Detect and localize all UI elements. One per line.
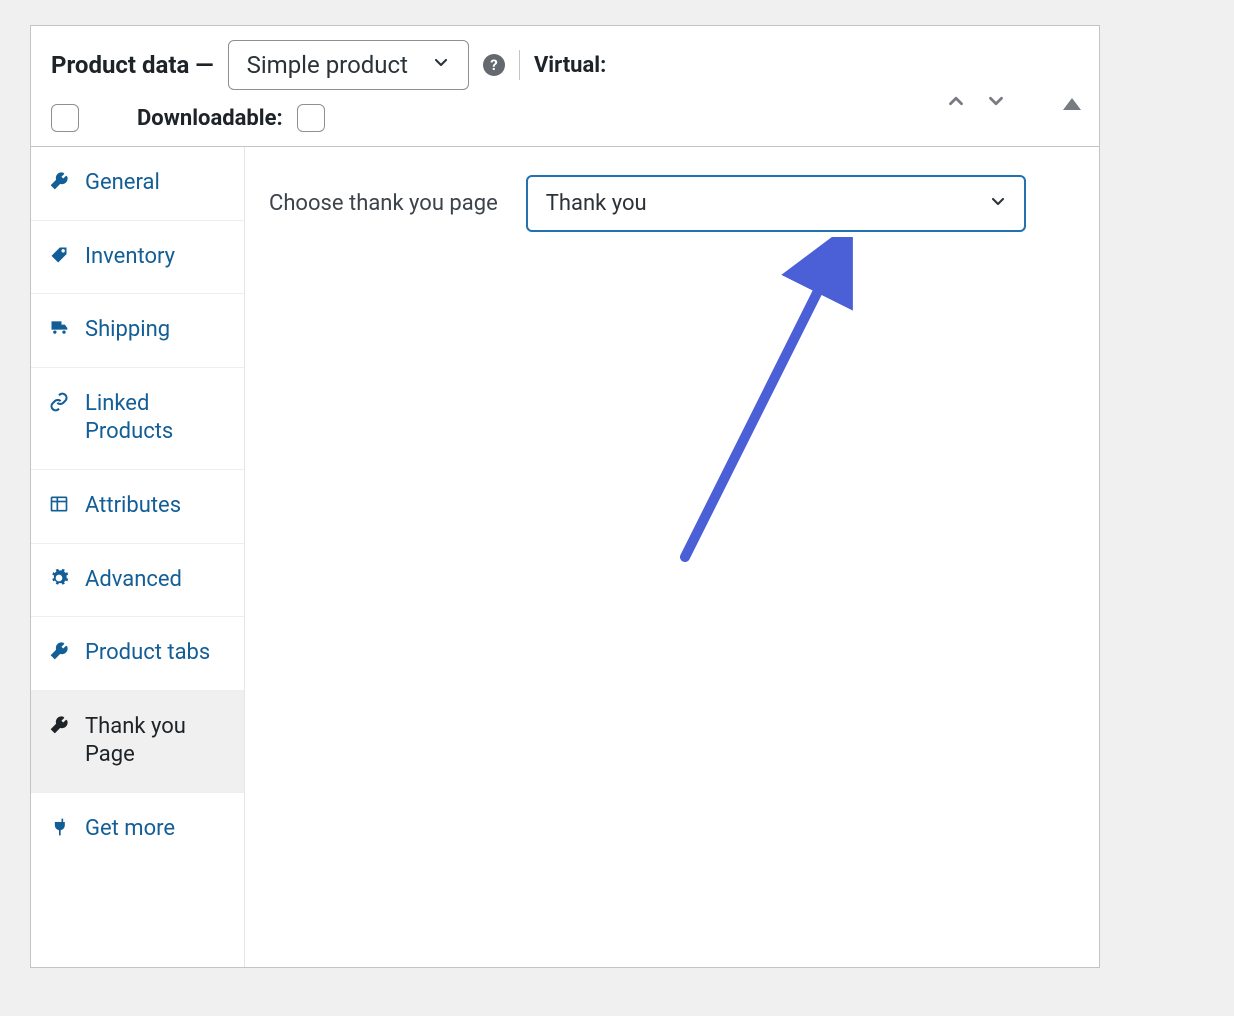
header-row-1: Product data — Simple product ? Virtual:	[51, 40, 1079, 90]
virtual-checkbox[interactable]	[51, 104, 79, 132]
thank-you-page-field: Choose thank you page Thank you	[269, 175, 1075, 232]
tag-icon	[47, 245, 71, 265]
separator	[519, 50, 520, 80]
tab-shipping[interactable]: Shipping	[31, 294, 244, 368]
product-data-panel: Product data — Simple product ? Virtual:…	[30, 25, 1100, 968]
tab-label: Inventory	[85, 243, 175, 272]
virtual-label: Virtual:	[534, 53, 606, 78]
tab-inventory[interactable]: Inventory	[31, 221, 244, 295]
plug-icon	[47, 817, 71, 837]
link-icon	[47, 392, 71, 412]
tab-label: General	[85, 169, 160, 198]
tab-label: Shipping	[85, 316, 170, 345]
wrench-icon	[47, 171, 71, 191]
tab-content: Choose thank you page Thank you	[245, 147, 1099, 967]
list-icon	[47, 494, 71, 514]
collapse-toggle-icon[interactable]	[1063, 98, 1081, 110]
tabs-sidebar: General Inventory Shipping Linked Produc…	[31, 147, 245, 967]
tab-label: Get more	[85, 815, 175, 844]
wrench-icon	[47, 641, 71, 661]
tab-attributes[interactable]: Attributes	[31, 470, 244, 544]
move-down-icon[interactable]	[985, 90, 1007, 117]
tab-label: Advanced	[85, 566, 182, 595]
tab-linked-products[interactable]: Linked Products	[31, 368, 244, 470]
tab-advanced[interactable]: Advanced	[31, 544, 244, 618]
tab-label: Attributes	[85, 492, 181, 521]
thank-you-page-select-wrap: Thank you	[526, 175, 1026, 232]
tab-thank-you-page[interactable]: Thank you Page	[31, 691, 244, 793]
tab-general[interactable]: General	[31, 147, 244, 221]
downloadable-label: Downloadable:	[137, 106, 283, 131]
tab-get-more[interactable]: Get more	[31, 793, 244, 866]
product-type-select-wrap: Simple product	[228, 40, 469, 90]
product-type-select[interactable]: Simple product	[228, 40, 469, 90]
tab-label: Linked Products	[85, 390, 228, 447]
gear-icon	[47, 568, 71, 588]
header-row-2: Downloadable:	[51, 104, 325, 132]
truck-icon	[47, 318, 71, 338]
tab-label: Product tabs	[85, 639, 210, 668]
move-up-icon[interactable]	[945, 90, 967, 117]
wrench-icon	[47, 715, 71, 735]
downloadable-checkbox[interactable]	[297, 104, 325, 132]
panel-header: Product data — Simple product ? Virtual:…	[31, 26, 1099, 147]
panel-controls	[945, 90, 1081, 117]
tab-product-tabs[interactable]: Product tabs	[31, 617, 244, 691]
tab-label: Thank you Page	[85, 713, 228, 770]
help-icon[interactable]: ?	[483, 54, 505, 76]
panel-title: Product data —	[51, 51, 214, 79]
choose-thank-you-page-label: Choose thank you page	[269, 191, 498, 216]
thank-you-page-select[interactable]: Thank you	[526, 175, 1026, 232]
annotation-arrow-icon	[675, 237, 875, 567]
panel-body: General Inventory Shipping Linked Produc…	[31, 147, 1099, 967]
